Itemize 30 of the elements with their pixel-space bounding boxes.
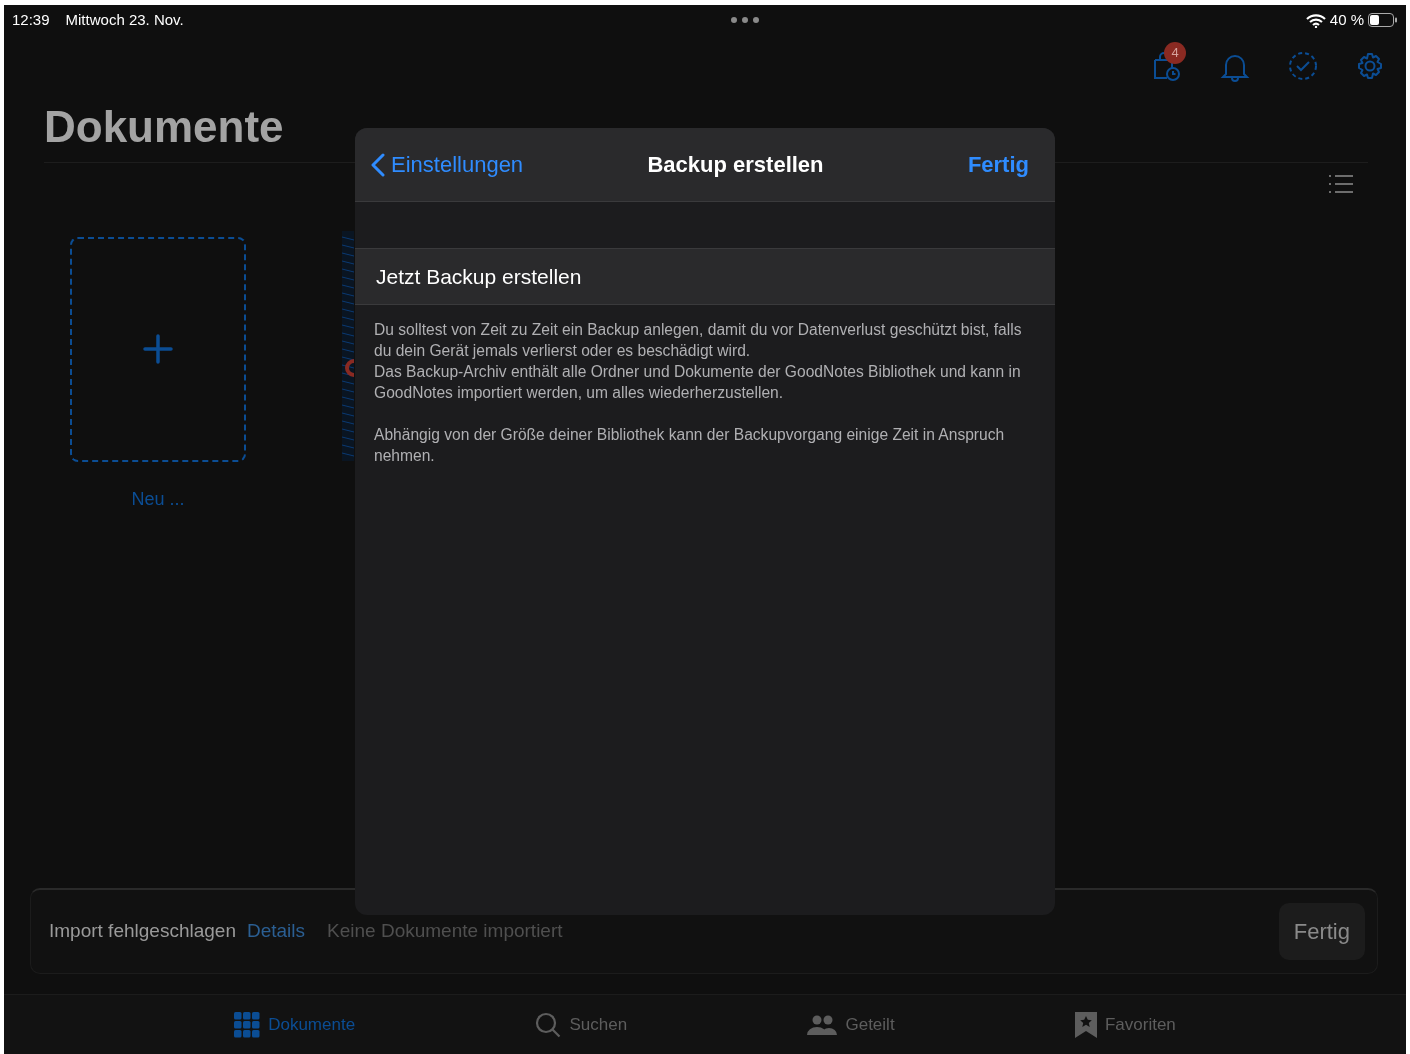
status-time: 12:39 bbox=[12, 9, 50, 30]
notification-badge: 4 bbox=[1164, 42, 1186, 64]
tab-bar-item[interactable]: Suchen bbox=[529, 1010, 634, 1039]
list-icon[interactable] bbox=[1328, 172, 1354, 195]
settings-icon[interactable] bbox=[1356, 52, 1384, 80]
people-icon bbox=[807, 1014, 838, 1035]
tab-bar-item[interactable]: Dokumente bbox=[228, 1010, 362, 1039]
chevron-left-icon bbox=[371, 152, 385, 177]
plus-icon bbox=[143, 334, 173, 365]
done-button[interactable]: Fertig bbox=[1278, 903, 1365, 960]
grid-icon bbox=[234, 1011, 261, 1038]
tab-bar-item[interactable]: Favoriten bbox=[1068, 1010, 1182, 1039]
import-status-text: Keine Dokumente importiert bbox=[327, 919, 564, 944]
document-thumbnail[interactable] bbox=[342, 230, 354, 461]
new-document-button[interactable] bbox=[70, 236, 246, 462]
tab-bar-item[interactable]: Geteilt bbox=[801, 1010, 901, 1039]
new-document-label[interactable]: Neu ... bbox=[131, 485, 185, 513]
dashed-check-circle-icon[interactable] bbox=[1288, 51, 1318, 81]
backup-now-button[interactable]: Jetzt Backup erstellen bbox=[355, 248, 1055, 305]
import-error-text: Import fehlgeschlagen bbox=[49, 919, 236, 944]
battery-percent: 40 % bbox=[1329, 9, 1364, 30]
description-text: Du solltest von Zeit zu Zeit ein Backup anlegen, damit du vor Datenverlust geschützt bist, falls du dein Gerät jemals verlierst oder es beschädigt wird. Das Backup-Archiv enthält alle Ordner und Dokumente der GoodNotes Bibliothek und kann in GoodNotes importiert werden, um alles wiederherzustellen. bbox=[373, 320, 1023, 403]
status-date: Mittwoch 23. Nov. bbox=[65, 9, 184, 30]
details-link[interactable]: Details bbox=[246, 917, 306, 946]
search-icon bbox=[535, 1011, 562, 1038]
multitasking-dots-icon bbox=[729, 16, 760, 24]
battery-icon bbox=[1368, 13, 1398, 27]
bookmark-icon bbox=[1074, 1011, 1097, 1038]
description-text: Abhängig von der Größe deiner Bibliothek kann der Backupvorgang einige Zeit in Anspruch nehmen. bbox=[373, 425, 1006, 466]
wifi-icon bbox=[1305, 12, 1326, 28]
